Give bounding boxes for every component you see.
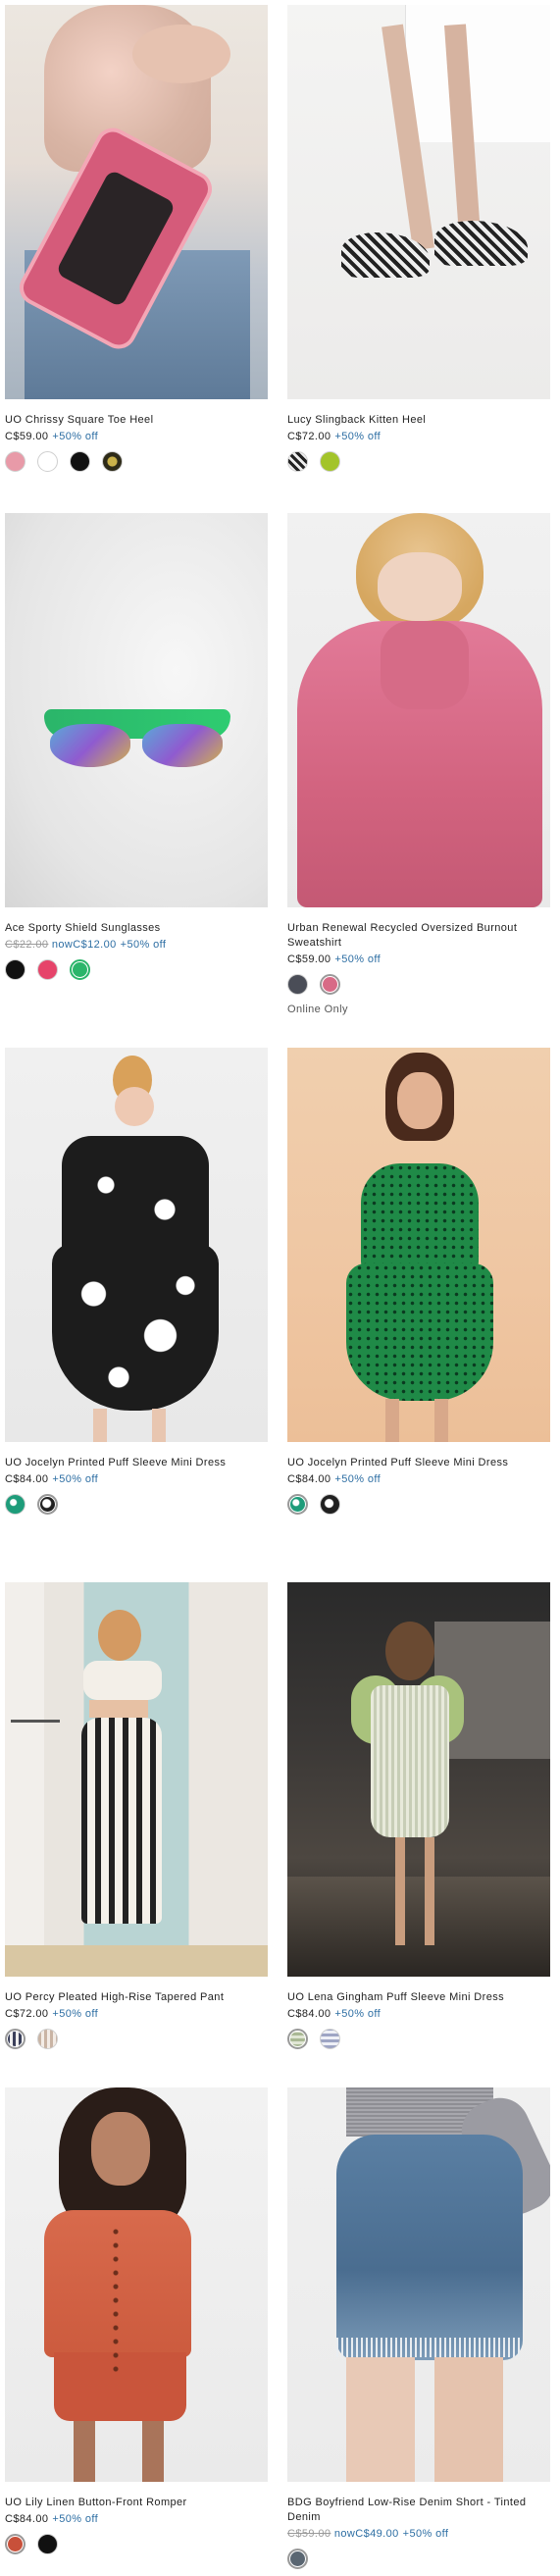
product-price: C$59.00 +50% off [287, 953, 382, 965]
color-swatches [287, 1494, 550, 1515]
product-price: C$72.00 +50% off [5, 2008, 99, 2020]
discount-label: +50% off [52, 2008, 99, 2020]
product-image[interactable] [5, 513, 268, 907]
swatch-checker[interactable] [287, 451, 308, 472]
product-price: C$84.00 +50% off [5, 2513, 99, 2525]
color-swatches [287, 2029, 550, 2049]
product-image[interactable] [287, 513, 550, 907]
swatch-black-print[interactable] [37, 1494, 58, 1515]
color-swatches [5, 1494, 268, 1515]
swatch-rust[interactable] [5, 2534, 25, 2554]
swatch-black[interactable] [5, 959, 25, 980]
swatch-green-gingham[interactable] [287, 2029, 308, 2049]
product-name[interactable]: Urban Renewal Recycled Oversized Burnout… [287, 921, 550, 951]
discount-label: +50% off [334, 1473, 382, 1485]
discount-label: +50% off [52, 2513, 99, 2525]
discount-label: +50% off [120, 939, 167, 951]
sale-price: C$49.00 [355, 2528, 399, 2540]
color-swatches [287, 974, 550, 995]
swatch-lime[interactable] [320, 451, 340, 472]
original-price: C$22.00 [5, 939, 49, 951]
product-card: Ace Sporty Shield Sunglasses C$22.00 now… [5, 513, 268, 980]
product-name[interactable]: BDG Boyfriend Low-Rise Denim Short - Tin… [287, 2496, 550, 2525]
discount-label: +50% off [402, 2528, 449, 2540]
product-image[interactable] [287, 5, 550, 399]
product-image[interactable] [287, 2087, 550, 2482]
swatch-charcoal[interactable] [287, 974, 308, 995]
discount-label: +50% off [334, 2008, 382, 2020]
product-name[interactable]: UO Jocelyn Printed Puff Sleeve Mini Dres… [5, 1456, 268, 1470]
product-card: Urban Renewal Recycled Oversized Burnout… [287, 513, 550, 1015]
color-swatches [5, 959, 268, 980]
product-card: UO Lily Linen Button-Front Romper C$84.0… [5, 2087, 268, 2554]
swatch-green-print[interactable] [5, 1494, 25, 1515]
color-swatches [287, 451, 550, 472]
product-name[interactable]: UO Jocelyn Printed Puff Sleeve Mini Dres… [287, 1456, 550, 1470]
product-card: UO Jocelyn Printed Puff Sleeve Mini Dres… [5, 1048, 268, 1515]
color-swatches [5, 2534, 268, 2554]
product-price: C$84.00 +50% off [287, 1473, 382, 1485]
product-card: UO Percy Pleated High-Rise Tapered Pant … [5, 1582, 268, 2049]
swatch-pink[interactable] [320, 974, 340, 995]
product-image[interactable] [5, 1048, 268, 1442]
discount-label: +50% off [334, 431, 382, 442]
product-image[interactable] [5, 2087, 268, 2482]
product-card: UO Chrissy Square Toe Heel C$59.00 +50% o… [5, 5, 268, 472]
color-swatches [287, 2549, 550, 2569]
swatch-navy-stripe[interactable] [5, 2029, 25, 2049]
product-card: UO Lena Gingham Puff Sleeve Mini Dress C… [287, 1582, 550, 2049]
product-name[interactable]: UO Lena Gingham Puff Sleeve Mini Dress [287, 1990, 550, 2005]
color-swatches [5, 2029, 268, 2049]
swatch-green[interactable] [70, 959, 90, 980]
swatch-black[interactable] [70, 451, 90, 472]
product-name[interactable]: UO Percy Pleated High-Rise Tapered Pant [5, 1990, 268, 2005]
swatch-white[interactable] [37, 451, 58, 472]
original-price: C$59.00 [287, 2528, 331, 2540]
swatch-tinted-denim[interactable] [287, 2549, 308, 2569]
product-name[interactable]: Lucy Slingback Kitten Heel [287, 413, 550, 428]
swatch-black-print[interactable] [320, 1494, 340, 1515]
product-price: C$22.00 nowC$12.00 +50% off [5, 939, 167, 951]
product-name[interactable]: Ace Sporty Shield Sunglasses [5, 921, 268, 936]
product-name[interactable]: UO Chrissy Square Toe Heel [5, 413, 268, 428]
swatch-pink[interactable] [5, 451, 25, 472]
online-only-badge: Online Only [287, 1004, 348, 1015]
product-grid: UO Chrissy Square Toe Heel C$59.00 +50% o… [0, 0, 560, 2576]
product-image[interactable] [287, 1048, 550, 1442]
color-swatches [5, 451, 268, 472]
product-price: C$84.00 +50% off [287, 2008, 382, 2020]
product-name[interactable]: UO Lily Linen Button-Front Romper [5, 2496, 268, 2510]
product-image[interactable] [287, 1582, 550, 1977]
product-card: UO Jocelyn Printed Puff Sleeve Mini Dres… [287, 1048, 550, 1515]
swatch-pink[interactable] [37, 959, 58, 980]
product-price: C$59.00 nowC$49.00 +50% off [287, 2528, 449, 2540]
swatch-gold[interactable] [102, 451, 123, 472]
swatch-cream-stripe[interactable] [37, 2029, 58, 2049]
product-card: Lucy Slingback Kitten Heel C$72.00 +50% o… [287, 5, 550, 472]
sale-price: C$12.00 [73, 939, 117, 951]
product-price: C$72.00 +50% off [287, 431, 382, 442]
product-price: C$84.00 +50% off [5, 1473, 99, 1485]
swatch-blue-gingham[interactable] [320, 2029, 340, 2049]
swatch-green-print[interactable] [287, 1494, 308, 1515]
product-card: BDG Boyfriend Low-Rise Denim Short - Tin… [287, 2087, 550, 2569]
product-price: C$59.00 +50% off [5, 431, 99, 442]
product-image[interactable] [5, 5, 268, 399]
product-image[interactable] [5, 1582, 268, 1977]
discount-label: +50% off [52, 431, 99, 442]
swatch-black[interactable] [37, 2534, 58, 2554]
discount-label: +50% off [52, 1473, 99, 1485]
discount-label: +50% off [334, 953, 382, 965]
